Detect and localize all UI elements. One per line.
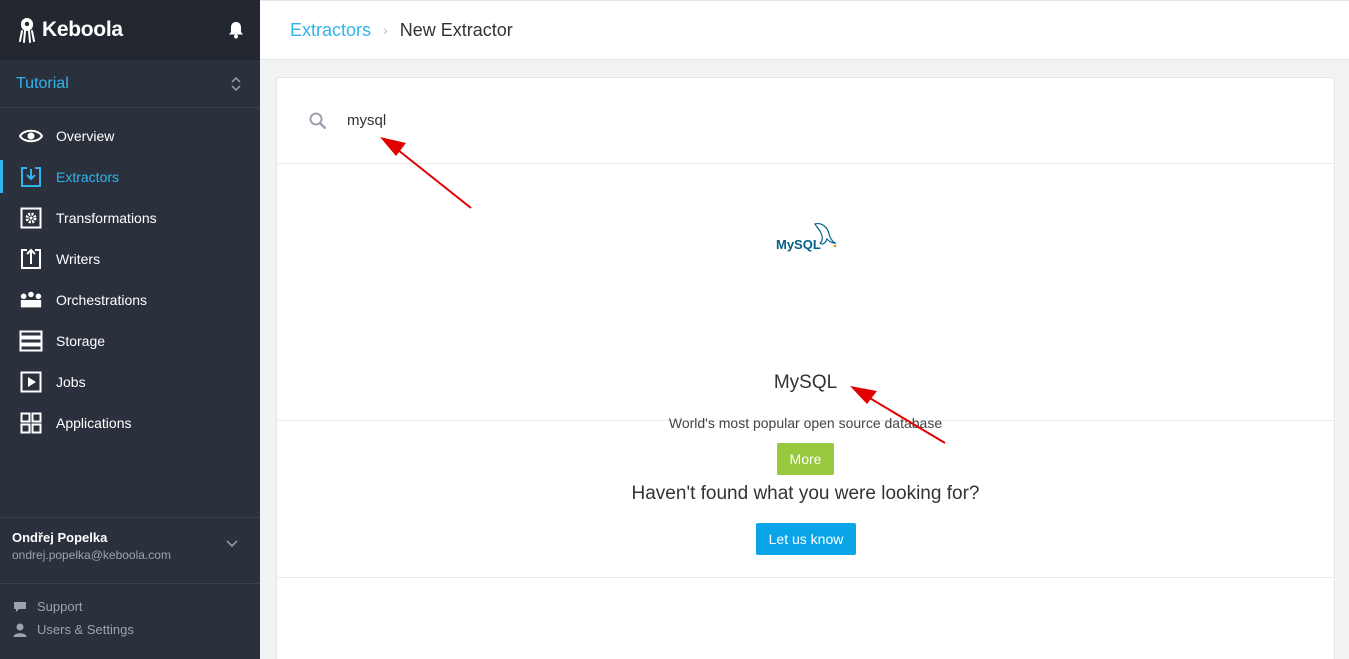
search-icon xyxy=(309,112,327,129)
keboola-logo-icon xyxy=(19,18,35,43)
support-label: Support xyxy=(37,599,83,614)
users-settings-link[interactable]: Users & Settings xyxy=(0,618,260,641)
sidebar-item-extractors[interactable]: Extractors xyxy=(0,156,260,197)
not-found-section: Haven't found what you were looking for?… xyxy=(277,421,1334,578)
mysql-logo-icon: MySQL xyxy=(776,223,837,252)
eye-icon xyxy=(19,124,43,148)
sidebar-item-label: Orchestrations xyxy=(56,291,148,308)
not-found-title: Haven't found what you were looking for? xyxy=(631,483,980,504)
breadcrumb-extractors-link[interactable]: Extractors xyxy=(290,20,371,41)
sidebar-footer: Support Users & Settings xyxy=(0,595,260,641)
sidebar-item-label: Transformations xyxy=(56,209,157,226)
sidebar-item-label: Overview xyxy=(56,127,115,144)
up-down-chevron-icon xyxy=(231,76,241,91)
sidebar-nav: Overview Extractors Transformations Writ… xyxy=(0,108,260,443)
sidebar-item-storage[interactable]: Storage xyxy=(0,320,260,361)
grid-icon xyxy=(19,411,43,435)
user-menu[interactable]: Ondřej Popelka ondrej.popelka@keboola.co… xyxy=(0,517,260,584)
sidebar-item-label: Applications xyxy=(56,414,132,431)
sidebar-item-orchestrations[interactable]: Orchestrations xyxy=(0,279,260,320)
play-box-icon xyxy=(19,370,43,394)
brand-bar: Keboola xyxy=(0,0,260,60)
project-selector[interactable]: Tutorial xyxy=(0,60,260,108)
sidebar-item-overview[interactable]: Overview xyxy=(0,115,260,156)
page-header: Extractors › New Extractor xyxy=(260,0,1349,60)
page-title: New Extractor xyxy=(399,19,513,40)
user-icon xyxy=(13,623,27,637)
search-bar xyxy=(277,78,1334,164)
user-name: Ondřej Popelka xyxy=(12,530,108,545)
sidebar-item-jobs[interactable]: Jobs xyxy=(0,361,260,402)
sidebar-item-label: Storage xyxy=(56,332,106,349)
user-email: ondrej.popelka@keboola.com xyxy=(12,548,171,562)
breadcrumb: Extractors › New Extractor xyxy=(290,20,513,41)
sidebar-item-label: Writers xyxy=(56,250,101,267)
sidebar-item-label: Jobs xyxy=(56,373,86,390)
storage-icon xyxy=(19,329,43,353)
sidebar-item-label: Extractors xyxy=(56,168,120,185)
orchestration-icon xyxy=(19,288,43,312)
breadcrumb-chevron-icon: › xyxy=(383,22,388,38)
download-box-icon xyxy=(19,165,43,189)
project-name: Tutorial xyxy=(16,74,69,92)
chevron-down-icon xyxy=(226,540,238,548)
search-input[interactable] xyxy=(347,112,947,129)
result-name: MySQL xyxy=(773,372,838,393)
gear-box-icon xyxy=(19,206,43,230)
sidebar-item-writers[interactable]: Writers xyxy=(0,238,260,279)
brand-name: Keboola xyxy=(42,18,123,41)
chat-bubble-icon xyxy=(14,601,26,612)
users-settings-label: Users & Settings xyxy=(37,622,134,637)
main-panel: MySQL MySQL World's most popular open so… xyxy=(276,77,1335,659)
let-us-know-button[interactable]: Let us know xyxy=(756,523,856,555)
bell-icon[interactable] xyxy=(228,21,244,39)
search-result-mysql: MySQL MySQL World's most popular open so… xyxy=(277,164,1334,475)
upload-box-icon xyxy=(19,247,43,271)
sidebar: Keboola Tutorial Overview Extractors Tra… xyxy=(0,0,260,659)
sidebar-item-transformations[interactable]: Transformations xyxy=(0,197,260,238)
sidebar-item-applications[interactable]: Applications xyxy=(0,402,260,443)
support-link[interactable]: Support xyxy=(0,595,260,618)
mysql-logo-text: MySQL xyxy=(776,237,821,252)
brand-logo[interactable]: Keboola xyxy=(18,17,123,43)
